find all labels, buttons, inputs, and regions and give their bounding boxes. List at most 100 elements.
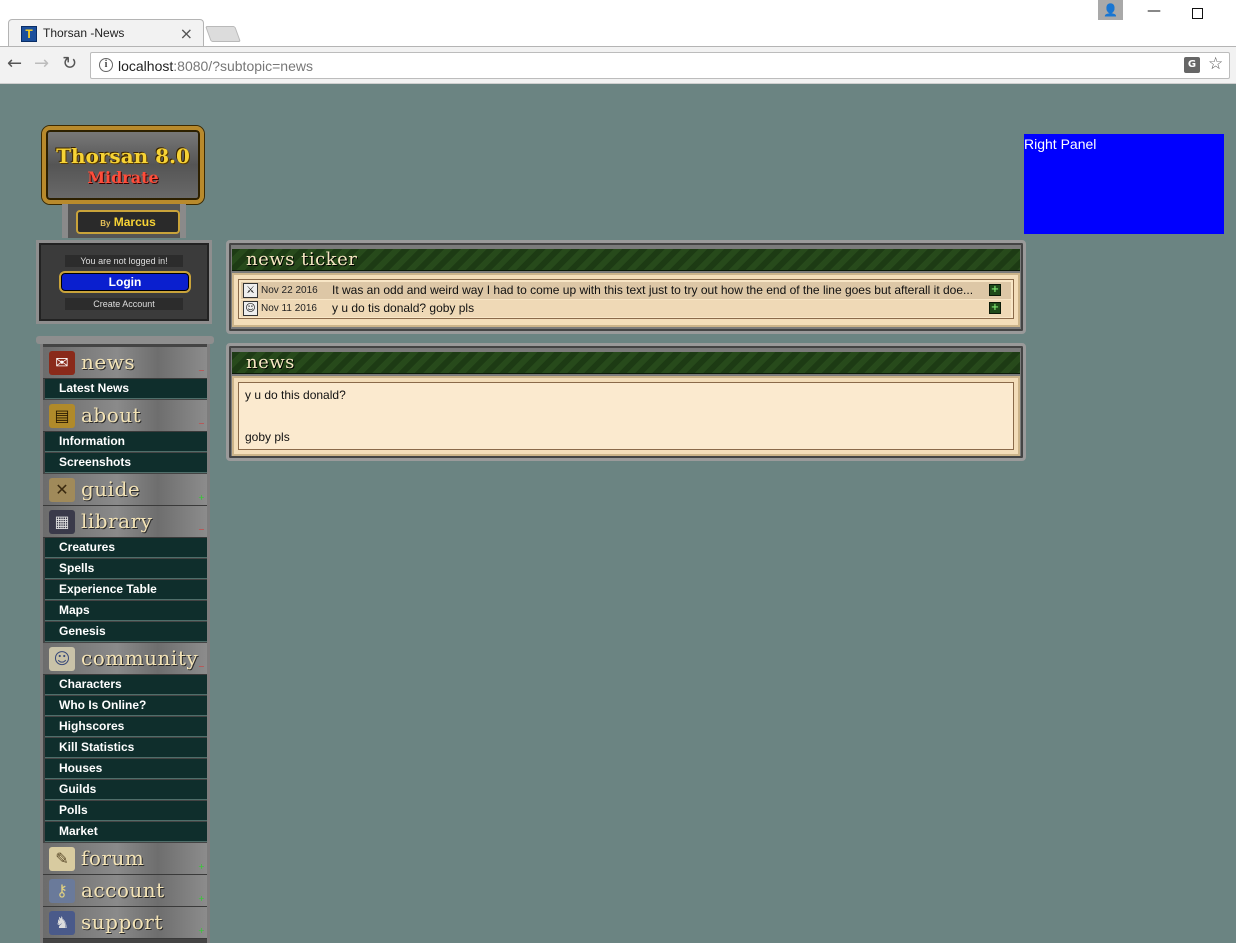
author-badge: By Marcus	[76, 210, 180, 234]
ticker-text: It was an odd and weird way I had to com…	[332, 283, 974, 297]
menu-header-news[interactable]: ✉ news −	[43, 347, 207, 379]
url-text[interactable]: localhost:8080/?subtopic=news	[118, 58, 313, 74]
star-icon[interactable]: ☆	[1208, 54, 1223, 74]
tab-strip: T Thorsan -News × 👤 —	[0, 0, 1236, 47]
news-ticker-list: ⚔ Nov 22 2016 It was an odd and weird wa…	[238, 279, 1014, 319]
collapse-icon[interactable]: −	[198, 367, 205, 375]
expand-icon[interactable]: +	[198, 863, 205, 871]
library-book-icon: ▦	[49, 510, 75, 534]
sidebar-item-who-is-online[interactable]: Who Is Online?	[45, 696, 207, 716]
expand-icon[interactable]: +	[198, 895, 205, 903]
news-title: news	[246, 352, 295, 373]
browser-toolbar: ← → ↻ i localhost:8080/?subtopic=news G …	[0, 46, 1236, 84]
menu-header-label: library	[81, 509, 153, 533]
url-host: localhost	[118, 58, 174, 74]
maximize-icon[interactable]	[1192, 8, 1203, 19]
menu-header-account[interactable]: ⚷ account +	[43, 875, 207, 907]
news-box: news y u do this donald? goby pls	[226, 343, 1026, 461]
menu-top-cap	[36, 336, 214, 344]
menu-header-guide[interactable]: ✕ guide +	[43, 474, 207, 506]
ticker-row[interactable]: ⚔ Nov 22 2016 It was an odd and weird wa…	[241, 282, 1011, 299]
browser-tab[interactable]: T Thorsan -News ×	[8, 19, 204, 47]
author-name: Marcus	[113, 215, 156, 229]
close-icon[interactable]: ×	[180, 24, 193, 43]
map-icon: ✕	[49, 478, 75, 502]
site-logo[interactable]: Thorsan 8.0 Midrate By Marcus	[40, 122, 208, 240]
address-bar[interactable]: i localhost:8080/?subtopic=news G ☆	[90, 52, 1230, 79]
logo-title: Thorsan 8.0	[56, 144, 190, 168]
ticker-text: y u do tis donald? goby pls	[332, 301, 475, 315]
menu-header-community[interactable]: ☺ community −	[43, 643, 207, 675]
menu-header-library[interactable]: ▦ library −	[43, 506, 207, 538]
news-ticker-header: news ticker	[232, 249, 1020, 271]
collapse-icon[interactable]: −	[198, 663, 205, 671]
collapse-icon[interactable]: −	[198, 420, 205, 428]
ticker-character-icon: ☺	[243, 301, 258, 316]
menu-header-label: community	[81, 646, 199, 670]
news-header: news	[232, 352, 1020, 374]
quill-icon: ✎	[49, 847, 75, 871]
minimize-icon[interactable]: —	[1147, 3, 1161, 19]
login-button[interactable]: Login	[59, 271, 191, 293]
menu-header-label: forum	[81, 846, 145, 870]
right-panel: Right Panel	[1024, 134, 1224, 234]
translate-icon[interactable]: G	[1184, 57, 1200, 73]
sidebar-item-polls[interactable]: Polls	[45, 801, 207, 821]
sidebar-item-information[interactable]: Information	[45, 432, 207, 452]
expand-icon[interactable]: +	[198, 494, 205, 502]
news-ticker-box: news ticker ⚔ Nov 22 2016 It was an odd …	[226, 240, 1026, 334]
ticker-row[interactable]: ☺ Nov 11 2016 y u do tis donald? goby pl…	[241, 300, 1011, 317]
news-body: y u do this donald? goby pls	[232, 376, 1020, 456]
menu-header-about[interactable]: ▤ about −	[43, 400, 207, 432]
sidebar-item-maps[interactable]: Maps	[45, 601, 207, 621]
menu-header-forum[interactable]: ✎ forum +	[43, 843, 207, 875]
sidebar-item-highscores[interactable]: Highscores	[45, 717, 207, 737]
menu-header-label: news	[81, 350, 136, 374]
sidebar-item-experience-table[interactable]: Experience Table	[45, 580, 207, 600]
forward-arrow-icon[interactable]: →	[34, 53, 49, 74]
new-tab-button[interactable]	[205, 26, 241, 42]
support-icon: ♞	[49, 911, 75, 935]
news-text-line: goby pls	[245, 430, 290, 444]
logo-subtitle: Midrate	[87, 168, 159, 187]
author-prefix: By	[100, 219, 111, 228]
sidebar-item-kill-statistics[interactable]: Kill Statistics	[45, 738, 207, 758]
news-ticker-body: ⚔ Nov 22 2016 It was an odd and weird wa…	[232, 273, 1020, 327]
menu-header-label: account	[81, 878, 165, 902]
sidebar-item-characters[interactable]: Characters	[45, 675, 207, 695]
reload-icon[interactable]: ↻	[62, 53, 77, 74]
sidebar-item-guilds[interactable]: Guilds	[45, 780, 207, 800]
news-content: y u do this donald? goby pls	[238, 382, 1014, 450]
url-path: :8080/?subtopic=news	[173, 58, 313, 74]
login-box: You are not logged in! Login Create Acco…	[36, 240, 212, 324]
profile-icon[interactable]: 👤	[1098, 0, 1123, 20]
favicon-icon: T	[21, 26, 37, 42]
news-ticker-title: news ticker	[246, 249, 358, 270]
key-icon: ⚷	[49, 879, 75, 903]
info-icon[interactable]: i	[99, 58, 113, 72]
browser-chrome: T Thorsan -News × 👤 — ← → ↻ i localhost:…	[0, 0, 1236, 84]
expand-icon[interactable]: +	[198, 927, 205, 935]
sidebar-item-latest-news[interactable]: Latest News	[45, 379, 207, 399]
menu-header-label: about	[81, 403, 142, 427]
collapse-icon[interactable]: −	[198, 526, 205, 534]
logo-plate: Thorsan 8.0 Midrate	[42, 126, 204, 204]
expand-icon[interactable]: +	[989, 284, 1001, 296]
menu-header-support[interactable]: ♞ support +	[43, 907, 207, 939]
sidebar-item-creatures[interactable]: Creatures	[45, 538, 207, 558]
news-text-line: y u do this donald?	[245, 388, 346, 402]
back-arrow-icon[interactable]: ←	[7, 53, 22, 74]
menu-header-label: support	[81, 910, 163, 934]
sidebar-item-screenshots[interactable]: Screenshots	[45, 453, 207, 473]
ticker-date: Nov 11 2016	[261, 303, 317, 314]
ticker-date: Nov 22 2016	[261, 285, 318, 296]
sidebar-item-genesis[interactable]: Genesis	[45, 622, 207, 642]
news-icon: ✉	[49, 351, 75, 375]
sidebar-item-market[interactable]: Market	[45, 822, 207, 842]
sidebar-item-houses[interactable]: Houses	[45, 759, 207, 779]
expand-icon[interactable]: +	[989, 302, 1001, 314]
login-status: You are not logged in!	[65, 255, 183, 267]
sidebar-item-spells[interactable]: Spells	[45, 559, 207, 579]
community-icon: ☺	[49, 647, 75, 671]
create-account-link[interactable]: Create Account	[65, 298, 183, 310]
